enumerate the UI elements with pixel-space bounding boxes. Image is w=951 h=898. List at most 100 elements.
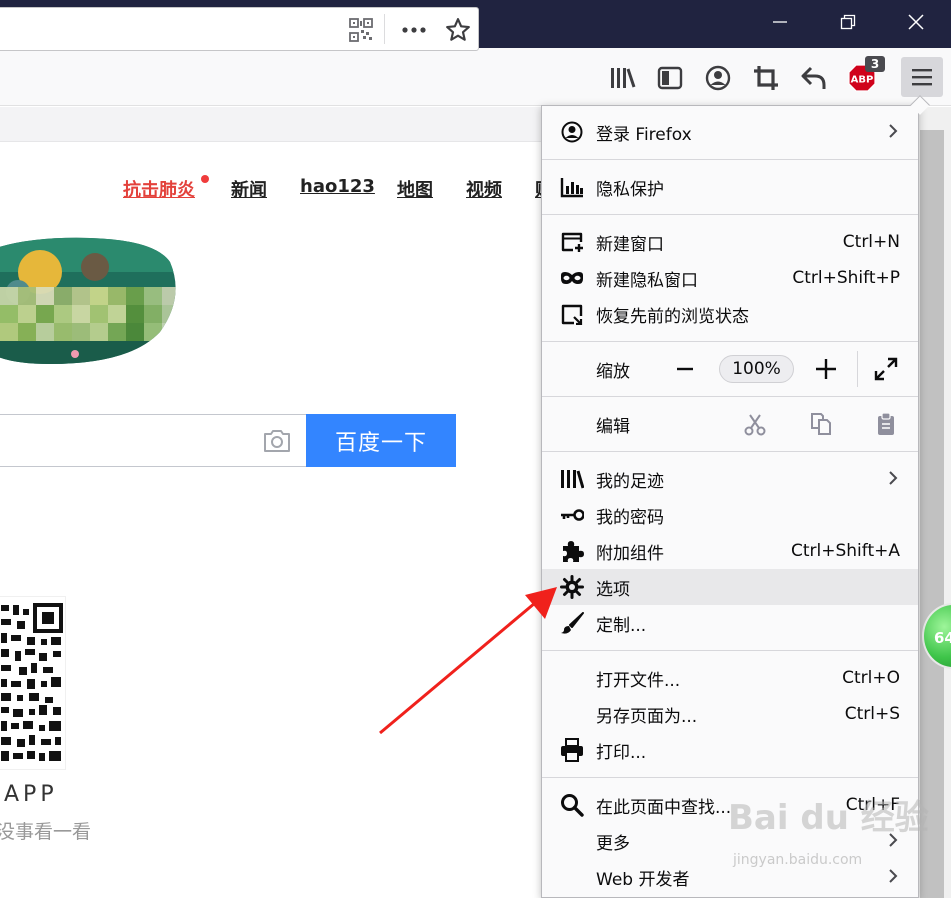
menu-item-shortcut: Ctrl+N <box>842 232 900 252</box>
menu-item-print[interactable]: 打印... <box>542 732 918 768</box>
edit-label: 编辑 <box>596 416 630 437</box>
library-icon <box>611 68 636 88</box>
account-button[interactable] <box>705 65 731 91</box>
baidu-jingyan-watermark: Bai du 经验 <box>728 798 929 838</box>
more-dots-icon <box>402 27 426 33</box>
app-subtitle: 没事看一看 <box>0 821 92 843</box>
app-label: APP <box>4 782 58 807</box>
hot-indicator-dot <box>201 175 209 183</box>
menu-item-new-private-window[interactable]: 新建隐私窗口 Ctrl+Shift+P <box>542 260 918 296</box>
menu-item-shortcut: Ctrl+S <box>844 704 900 724</box>
menu-item-label: 登录 Firefox <box>596 124 692 145</box>
baidu-doodle[interactable] <box>0 232 185 370</box>
fullscreen-button[interactable] <box>873 356 899 382</box>
adblock-count-badge: 3 <box>865 56 885 72</box>
open-menu-button[interactable] <box>901 57 943 97</box>
menu-separator <box>542 159 918 160</box>
plus-icon <box>816 359 836 379</box>
undo-arrow-icon <box>801 66 826 89</box>
cut-button[interactable] <box>743 413 767 437</box>
qr-code-image <box>1 603 63 761</box>
sidebar-icon <box>657 66 683 90</box>
minimize-button[interactable] <box>750 0 810 44</box>
zoom-out-button[interactable] <box>672 357 698 381</box>
bookmark-star-button[interactable] <box>445 17 471 43</box>
menu-separator <box>542 341 918 342</box>
library-button[interactable] <box>610 66 636 90</box>
camera-icon[interactable] <box>262 428 292 458</box>
printer-icon <box>560 738 584 762</box>
fullscreen-icon <box>874 357 898 381</box>
key-icon <box>560 504 584 526</box>
search-input[interactable] <box>0 414 307 467</box>
menu-item-label: 更多 <box>596 833 630 854</box>
menu-item-save-page[interactable]: 另存页面为... Ctrl+S <box>542 696 918 732</box>
scrollbar-thumb[interactable] <box>920 130 944 898</box>
menu-item-signin[interactable]: 登录 Firefox <box>542 114 918 150</box>
page-actions-button[interactable] <box>401 18 427 42</box>
app-qr-code <box>0 596 66 770</box>
zoom-in-button[interactable] <box>813 357 839 381</box>
menu-item-open-file[interactable]: 打开文件... Ctrl+O <box>542 660 918 696</box>
menu-item-label: Web 开发者 <box>596 869 690 890</box>
chevron-right-icon <box>888 123 898 143</box>
annotation-arrow <box>379 587 557 735</box>
close-icon <box>908 14 924 30</box>
star-icon <box>446 18 470 41</box>
copy-button[interactable] <box>809 412 833 436</box>
zoom-reset-button[interactable]: 100% <box>719 355 794 383</box>
nav-link-news[interactable]: 新闻 <box>231 176 267 202</box>
menu-item-label: 在此页面中查找... <box>596 797 732 818</box>
privacy-chart-icon <box>560 176 584 198</box>
menu-item-shortcut: Ctrl+O <box>842 668 900 688</box>
account-circle-icon <box>560 121 584 143</box>
menu-item-label: 另存页面为... <box>596 706 698 727</box>
menu-item-customize[interactable]: 定制... <box>542 605 918 641</box>
close-window-button[interactable] <box>886 0 946 44</box>
sidebar-button[interactable] <box>657 66 683 90</box>
paste-button[interactable] <box>874 412 898 436</box>
menu-separator <box>542 396 918 397</box>
menu-item-new-window[interactable]: 新建窗口 Ctrl+N <box>542 224 918 260</box>
menu-item-passwords[interactable]: 我的密码 <box>542 497 918 533</box>
menu-item-label: 隐私保护 <box>596 179 664 200</box>
restore-button[interactable] <box>818 0 878 44</box>
menu-item-label: 恢复先前的浏览状态 <box>596 306 749 327</box>
menu-item-restore-session[interactable]: 恢复先前的浏览状态 <box>542 296 918 332</box>
magnifier-icon <box>560 794 584 817</box>
menu-separator <box>542 451 918 452</box>
copy-icon <box>811 413 831 435</box>
menu-item-shortcut: Ctrl+Shift+P <box>792 268 900 288</box>
new-window-icon <box>560 231 584 253</box>
nav-link-hao123[interactable]: hao123 <box>300 176 375 197</box>
restore-icon <box>840 14 856 30</box>
menu-item-addons[interactable]: 附加组件 Ctrl+Shift+A <box>542 533 918 569</box>
screenshot-button[interactable] <box>753 65 779 91</box>
clipboard-icon <box>878 412 894 435</box>
nav-link-video[interactable]: 视频 <box>466 176 502 202</box>
menu-separator <box>542 777 918 778</box>
menu-item-library[interactable]: 我的足迹 <box>542 461 918 497</box>
search-button[interactable]: 百度一下 <box>306 414 456 467</box>
private-mask-icon <box>560 267 584 289</box>
menu-item-label: 新建窗口 <box>596 234 664 255</box>
menu-item-label: 打开文件... <box>596 670 681 691</box>
menu-item-privacy[interactable]: 隐私保护 <box>542 169 918 205</box>
url-bar[interactable] <box>0 7 479 51</box>
menu-item-label: 定制... <box>596 615 647 636</box>
qr-code-icon[interactable] <box>349 18 373 42</box>
chevron-right-icon <box>888 868 898 888</box>
nav-link-map[interactable]: 地图 <box>397 176 433 202</box>
svg-text:ABP: ABP <box>851 75 874 86</box>
account-icon <box>705 65 731 91</box>
zoom-label: 缩放 <box>596 361 630 382</box>
nav-link-hot[interactable]: 抗击肺炎 <box>123 176 195 202</box>
zoom-separator <box>857 351 858 387</box>
url-bar-separator <box>384 14 385 44</box>
back-undo-button[interactable] <box>801 65 827 91</box>
menu-edit-row: 编辑 <box>542 406 918 442</box>
library-icon <box>560 468 584 490</box>
scissors-icon <box>744 414 766 436</box>
menu-separator <box>542 650 918 651</box>
menu-item-options[interactable]: 选项 <box>542 569 918 605</box>
